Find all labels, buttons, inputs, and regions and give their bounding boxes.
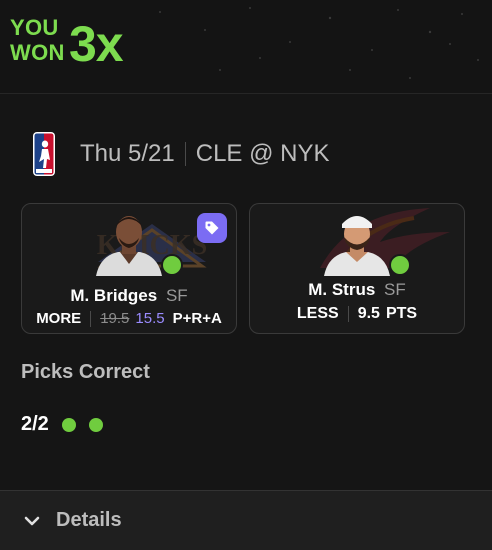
picks-correct-title: Picks Correct xyxy=(21,361,150,383)
win-banner: YOU WON 3x xyxy=(0,0,492,94)
original-line: 19.5 xyxy=(100,310,130,327)
player-position: SF xyxy=(165,286,188,305)
divider xyxy=(347,306,349,322)
details-toggle[interactable]: Details xyxy=(0,490,492,550)
won-text: WON xyxy=(10,40,65,65)
picks-correct-count: 2/2 xyxy=(21,413,49,435)
game-matchup: CLE @ NYK xyxy=(195,140,330,167)
hit-check-icon xyxy=(389,254,411,276)
player-headshot xyxy=(96,216,162,276)
game-header: Thu 5/21 CLE @ NYK xyxy=(33,132,329,176)
promo-tag-icon[interactable] xyxy=(197,213,227,243)
pick-result-dot xyxy=(88,417,103,432)
payout-multiplier: 3x xyxy=(69,16,124,72)
hit-check-icon xyxy=(161,254,183,276)
pick-line: 9.5 xyxy=(357,305,380,322)
details-label: Details xyxy=(56,509,122,531)
divider xyxy=(184,142,186,166)
player-headshot xyxy=(324,216,390,276)
you-text: YOU xyxy=(10,15,59,40)
stat-type: PTS xyxy=(385,305,418,322)
stat-type: P+R+A xyxy=(172,310,222,327)
picks-correct-summary: 2/2 xyxy=(21,413,103,436)
nba-logo-icon xyxy=(33,132,55,176)
adjusted-line: 15.5 xyxy=(135,310,165,327)
player-name: M. Bridges xyxy=(70,286,158,305)
pick-card[interactable]: KNICKS M. Bridges SF MORE 19.5 15.5 P+R+… xyxy=(21,203,237,334)
chevron-down-icon xyxy=(24,516,40,525)
pick-details: LESS 9.5 PTS xyxy=(250,305,464,323)
pick-card[interactable]: M. Strus SF LESS 9.5 PTS xyxy=(249,203,465,334)
pick-details: MORE 19.5 15.5 P+R+A xyxy=(22,310,236,327)
pick-result-dot xyxy=(61,417,76,432)
player-info: M. Strus SF xyxy=(250,280,464,300)
player-position: SF xyxy=(384,280,406,299)
player-name: M. Strus xyxy=(308,280,376,299)
entry-body: Thu 5/21 CLE @ NYK KNICKS M. Bridges SF … xyxy=(0,95,492,490)
tag-icon xyxy=(205,221,219,235)
game-date: Thu 5/21 xyxy=(80,140,175,167)
divider xyxy=(90,310,92,327)
player-info: M. Bridges SF xyxy=(22,286,236,306)
pick-direction: LESS xyxy=(296,305,339,322)
you-won-label: YOU WON xyxy=(10,15,65,65)
pick-direction: MORE xyxy=(36,310,82,327)
